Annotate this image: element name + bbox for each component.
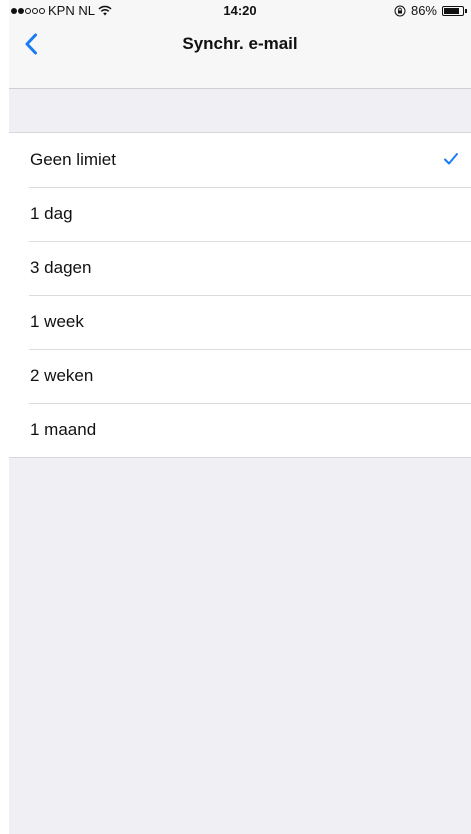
status-bar: KPN NL 14:20 86%: [9, 0, 471, 22]
battery-percent: 86%: [410, 3, 437, 18]
checkmark-icon: [444, 153, 458, 165]
chevron-left-icon: [25, 33, 37, 55]
list-item[interactable]: 1 week: [9, 295, 471, 349]
sync-period-list: Geen limiet 1 dag 3 dagen 1 week 2 weken 1 ma…: [9, 132, 471, 458]
navigation-bar: Synchr. e-mail: [9, 22, 471, 66]
list-item[interactable]: Geen limiet: [9, 133, 471, 187]
list-item-label: 1 week: [30, 312, 84, 331]
left-margin: [0, 0, 9, 834]
list-item-label: 3 dagen: [30, 258, 92, 277]
status-right: 86%: [394, 3, 467, 18]
back-button[interactable]: [11, 26, 51, 62]
list-item[interactable]: 1 maand: [9, 403, 471, 457]
page-title: Synchr. e-mail: [182, 34, 298, 53]
list-item[interactable]: 1 dag: [9, 187, 471, 241]
header: KPN NL 14:20 86% Synchr. e-mail: [9, 0, 471, 89]
list-item[interactable]: 3 dagen: [9, 241, 471, 295]
list-item-label: Geen limiet: [30, 150, 116, 169]
orientation-lock-icon: [394, 5, 406, 16]
list-item-label: 1 dag: [30, 204, 73, 223]
battery-fill: [444, 7, 460, 14]
list-item-label: 1 maand: [30, 420, 97, 439]
list-item-label: 2 weken: [30, 366, 94, 385]
phone-screen: KPN NL 14:20 86% Synchr. e-mail Geen lim…: [9, 0, 471, 834]
list-item[interactable]: 2 weken: [9, 349, 471, 403]
screen: KPN NL 14:20 86% Synchr. e-mail Geen lim…: [0, 0, 471, 834]
battery-icon: [442, 5, 467, 16]
